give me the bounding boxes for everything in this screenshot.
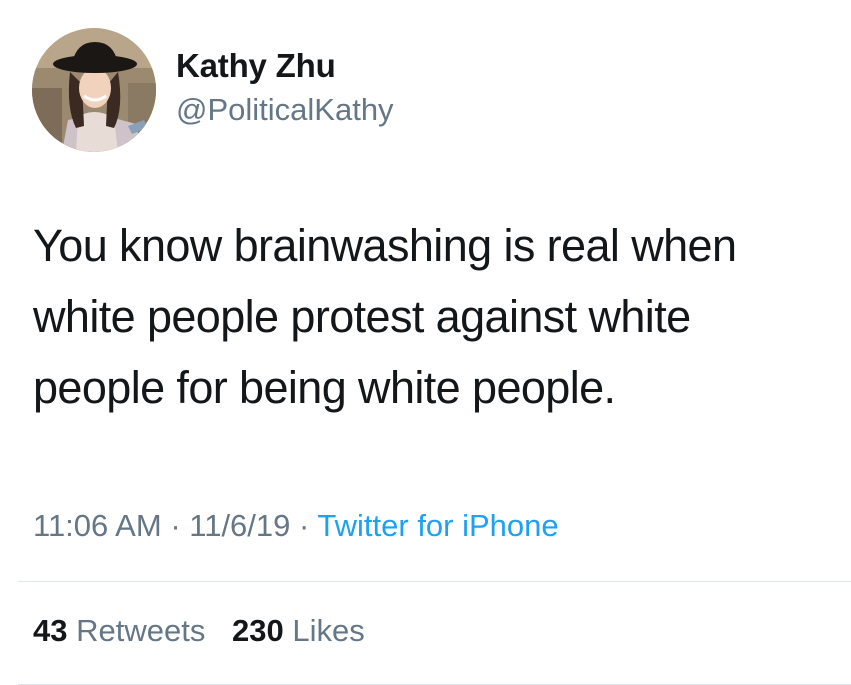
meta-separator: ·	[299, 508, 310, 543]
user-handle[interactable]: @PoliticalKathy	[176, 90, 394, 130]
likes-stat[interactable]: 230 Likes	[232, 611, 365, 651]
retweets-stat[interactable]: 43 Retweets	[33, 611, 205, 651]
tweet-source-link[interactable]: Twitter for iPhone	[317, 508, 558, 543]
tweet-card: Kathy Zhu @PoliticalKathy You know brain…	[0, 0, 851, 685]
user-name[interactable]: Kathy Zhu	[176, 46, 336, 86]
tweet-text: You know brainwashing is real when white…	[33, 210, 833, 423]
likes-label: Likes	[292, 613, 365, 648]
likes-count: 230	[231, 613, 284, 648]
tweet-time[interactable]: 11:06 AM	[33, 508, 162, 543]
retweets-count: 43	[33, 613, 68, 648]
tweet-metadata: 11:06 AM · 11/6/19 · Twitter for iPhone	[33, 506, 559, 546]
tweet-text-line: people for being white people.	[33, 362, 616, 413]
avatar-photo	[32, 28, 156, 152]
tweet-text-line: You know brainwashing is real when	[33, 220, 737, 271]
avatar[interactable]	[32, 28, 156, 152]
tweet-date[interactable]: 11/6/19	[189, 508, 290, 543]
retweets-label: Retweets	[76, 613, 206, 648]
divider	[18, 581, 851, 582]
meta-separator: ·	[170, 508, 181, 543]
tweet-text-line: white people protest against white	[33, 291, 691, 342]
tweet-stats: 43 Retweets 230 Likes	[33, 611, 383, 651]
